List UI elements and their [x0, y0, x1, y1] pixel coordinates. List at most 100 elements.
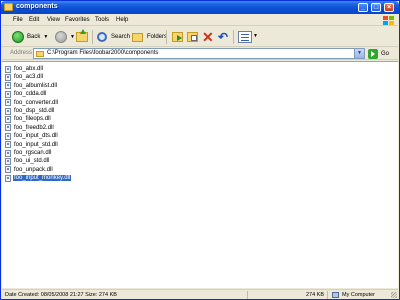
- forward-button[interactable]: ▼: [55, 30, 75, 44]
- go-label: Go: [381, 50, 390, 57]
- dll-file-icon: [5, 124, 11, 132]
- folders-label: Folders: [147, 34, 168, 40]
- address-input[interactable]: C:\Program Files\foobar2000\components ▼: [33, 48, 365, 59]
- file-name: foo_input_dts.dll: [14, 133, 58, 140]
- forward-dropdown-icon[interactable]: ▼: [70, 34, 75, 40]
- close-button[interactable]: ×: [384, 3, 394, 12]
- windows-logo-icon: [383, 16, 395, 25]
- dll-file-icon: [5, 65, 11, 73]
- dll-file-icon: [5, 99, 11, 107]
- up-folder-icon: [76, 29, 88, 42]
- menu-view[interactable]: View: [47, 17, 60, 23]
- dll-file-icon: [5, 149, 11, 157]
- file-name: foo_input_monkey.dll: [11, 174, 73, 183]
- folders-button[interactable]: Folders: [132, 30, 167, 44]
- back-arrow-icon: [12, 31, 24, 43]
- resize-grip[interactable]: [391, 292, 397, 298]
- file-view[interactable]: foo_abx.dll foo_ac3.dll foo_albumlist.dllf…: [2, 61, 398, 288]
- file-item[interactable]: foo_albumlist.dll: [5, 82, 58, 90]
- file-item[interactable]: foo_freedb2.dll: [5, 124, 55, 132]
- file-name: foo_cdda.dll: [14, 91, 47, 98]
- address-value[interactable]: C:\Program Files\foobar2000\components: [47, 50, 158, 56]
- menu-edit[interactable]: Edit: [29, 17, 39, 23]
- status-zone-label: My Computer: [342, 292, 376, 298]
- file-item[interactable]: foo_input_monkey.dll: [5, 174, 73, 183]
- explorer-window: components _ □ × File Edit View Favorite…: [0, 0, 400, 300]
- search-button[interactable]: Search: [97, 30, 130, 44]
- file-name: foo_freedb2.dll: [14, 124, 54, 131]
- folder-icon: [4, 3, 13, 11]
- forward-arrow-icon: [55, 31, 67, 43]
- back-label: Back: [27, 34, 41, 40]
- status-separator: [247, 291, 248, 299]
- views-dropdown-icon[interactable]: ▼: [253, 33, 264, 43]
- up-folder-button[interactable]: [76, 29, 88, 44]
- dll-file-icon: [5, 157, 11, 165]
- menu-help[interactable]: Help: [116, 17, 128, 23]
- address-dropdown-icon[interactable]: ▼: [354, 49, 364, 58]
- file-item[interactable]: foo_dsp_std.dll: [5, 107, 55, 115]
- copy-to-icon[interactable]: [187, 32, 198, 42]
- file-name: foo_fileops.dll: [14, 116, 51, 123]
- address-bar: Address C:\Program Files\foobar2000\comp…: [2, 47, 398, 60]
- maximize-button[interactable]: □: [371, 3, 381, 12]
- dll-file-icon: [5, 90, 11, 98]
- folder-icon: [36, 51, 44, 57]
- file-name: foo_unpack.dll: [14, 166, 53, 173]
- status-bar: Date Created: 08/05/2008 21:27 Size: 274…: [2, 289, 398, 299]
- dll-file-icon: [5, 174, 11, 182]
- title-bar[interactable]: components _ □ ×: [1, 1, 399, 14]
- go-arrow-icon: [368, 48, 378, 59]
- file-name: foo_ac3.dll: [14, 74, 44, 81]
- dll-file-icon: [5, 115, 11, 123]
- file-name: foo_input_std.dll: [14, 141, 58, 148]
- toolbar-separator: [233, 30, 234, 44]
- menu-tools[interactable]: Tools: [95, 17, 109, 23]
- go-button[interactable]: Go: [368, 48, 389, 59]
- file-item[interactable]: foo_input_std.dll: [5, 141, 59, 149]
- file-name: foo_ui_std.dll: [14, 158, 50, 165]
- file-item[interactable]: foo_abx.dll: [5, 65, 44, 73]
- delete-icon[interactable]: ✕: [202, 30, 214, 44]
- file-item[interactable]: foo_cdda.dll: [5, 90, 47, 98]
- dll-file-icon: [5, 141, 11, 149]
- menu-favorites[interactable]: Favorites: [65, 17, 90, 23]
- file-name: foo_rgscan.dll: [14, 150, 52, 156]
- dll-file-icon: [5, 166, 11, 174]
- file-name: foo_dsp_std.dll: [14, 108, 55, 114]
- minimize-button[interactable]: _: [358, 3, 368, 12]
- folders-icon: [132, 32, 143, 42]
- move-to-icon[interactable]: [172, 32, 183, 42]
- file-name: foo_albumlist.dll: [14, 82, 58, 89]
- dll-file-icon: [5, 73, 11, 81]
- address-label: Address: [10, 50, 33, 56]
- window-title: components: [16, 3, 58, 10]
- status-zone: My Computer: [332, 291, 375, 299]
- status-details: Date Created: 08/05/2008 21:27 Size: 274…: [5, 292, 117, 298]
- file-item[interactable]: foo_rgscan.dll: [5, 149, 52, 157]
- toolbar-separator: [166, 30, 167, 44]
- file-name: foo_converter.dll: [14, 99, 59, 106]
- file-name: foo_abx.dll: [14, 66, 44, 72]
- file-item[interactable]: foo_fileops.dll: [5, 115, 52, 123]
- views-icon[interactable]: [238, 31, 252, 43]
- my-computer-icon: [332, 292, 339, 298]
- file-item[interactable]: foo_unpack.dll: [5, 166, 54, 174]
- file-item[interactable]: foo_converter.dll: [5, 99, 59, 107]
- status-size: 274 KB: [253, 291, 328, 299]
- file-item[interactable]: foo_ui_std.dll: [5, 157, 50, 165]
- back-dropdown-icon[interactable]: ▼: [43, 34, 48, 40]
- dll-file-icon: [5, 107, 11, 115]
- file-item[interactable]: foo_input_dts.dll: [5, 132, 59, 140]
- toolbar-separator: [92, 30, 93, 44]
- search-label: Search: [111, 34, 131, 40]
- menu-file[interactable]: File: [13, 17, 23, 23]
- back-button[interactable]: Back ▼: [12, 30, 48, 44]
- search-icon: [97, 32, 107, 42]
- dll-file-icon: [5, 82, 11, 90]
- toolbar: Back ▼ ▼ Search Folders ✕ ↶ ▼: [2, 27, 398, 47]
- undo-icon[interactable]: ↶: [218, 31, 229, 43]
- menu-bar: File Edit View Favorites Tools Help: [2, 15, 398, 26]
- dll-file-icon: [5, 132, 11, 140]
- file-item[interactable]: foo_ac3.dll: [5, 73, 44, 81]
